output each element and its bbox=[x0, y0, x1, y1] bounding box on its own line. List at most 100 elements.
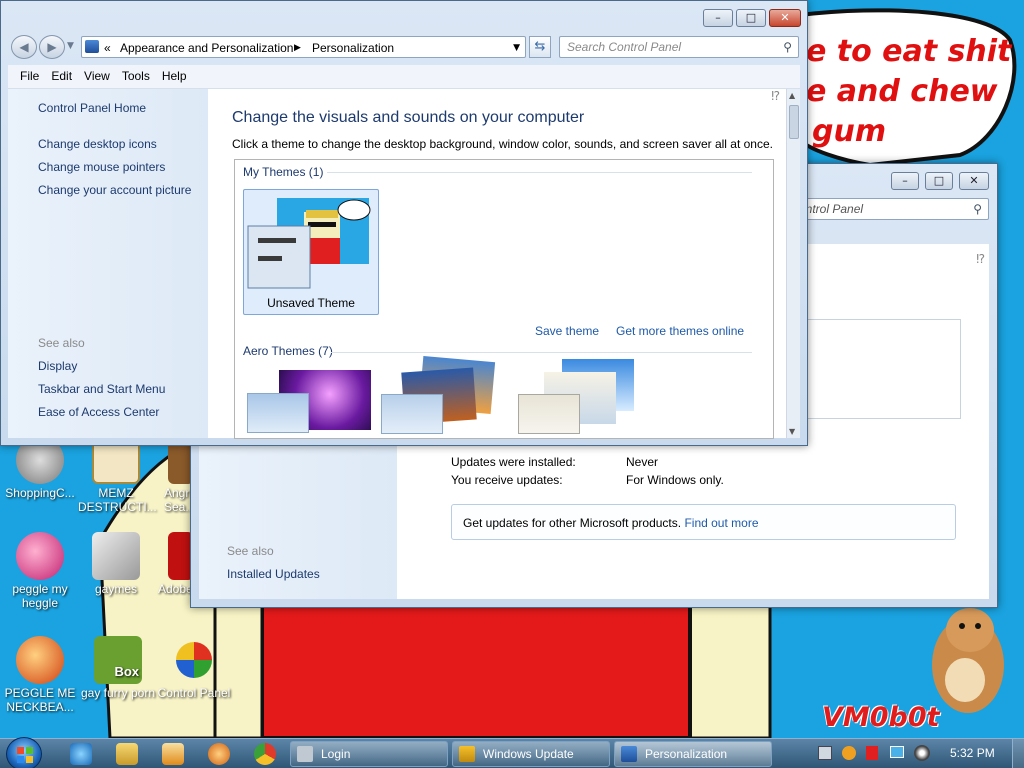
change-mouse-pointers-link[interactable]: Change mouse pointers bbox=[38, 160, 165, 174]
desktop-icon-peggle-neckbeard[interactable]: PEGGLE ME NECKBEA... bbox=[2, 636, 78, 714]
desktop-icon-peggle[interactable]: peggle my heggle bbox=[2, 532, 78, 610]
recent-pages-dropdown[interactable]: ▼ bbox=[67, 41, 74, 51]
search-placeholder: ontrol Panel bbox=[799, 202, 864, 216]
menu-tools[interactable]: Tools bbox=[116, 65, 156, 87]
maximize-button[interactable]: □ bbox=[925, 172, 953, 190]
breadcrumb-personalization[interactable]: Personalization bbox=[312, 38, 394, 58]
search-input[interactable]: ontrol Panel ⚲ bbox=[791, 198, 989, 220]
network-icon[interactable] bbox=[890, 746, 904, 758]
address-dropdown-icon[interactable]: ▼ bbox=[513, 38, 520, 58]
aero-theme-characters[interactable] bbox=[518, 356, 646, 438]
minimize-button[interactable]: – bbox=[891, 172, 919, 190]
breadcrumb-separator-icon[interactable]: ▶ bbox=[294, 38, 301, 58]
search-icon: ⚲ bbox=[783, 40, 792, 54]
wallpaper-text-line-1: e to eat shit bbox=[806, 34, 1012, 69]
vertical-scrollbar[interactable]: ▲ ▼ bbox=[786, 89, 800, 438]
taskbar-start-menu-link[interactable]: Taskbar and Start Menu bbox=[38, 382, 165, 396]
forward-button[interactable]: ▶ bbox=[39, 35, 65, 59]
desktop-icon-control-panel[interactable]: Control Panel bbox=[156, 636, 232, 700]
aero-theme-windows7[interactable] bbox=[247, 367, 375, 438]
help-icon[interactable]: ⁉ bbox=[771, 89, 780, 103]
desktop-icon-angry[interactable]: Angr Sea... bbox=[150, 436, 194, 514]
paint-icon[interactable] bbox=[208, 743, 230, 765]
internet-explorer-icon[interactable] bbox=[70, 743, 92, 765]
peggle-icon bbox=[16, 636, 64, 684]
desktop-icon-label: Control Panel bbox=[157, 686, 231, 700]
maximize-button[interactable]: □ bbox=[736, 9, 766, 27]
menu-edit[interactable]: Edit bbox=[45, 65, 78, 87]
menu-view[interactable]: View bbox=[78, 65, 116, 87]
info-box: Get updates for other Microsoft products… bbox=[451, 504, 956, 540]
scroll-up-icon[interactable]: ▲ bbox=[789, 91, 795, 100]
scroll-down-icon[interactable]: ▼ bbox=[789, 427, 795, 436]
media-player-icon[interactable] bbox=[162, 743, 184, 765]
menu-help[interactable]: Help bbox=[156, 65, 193, 87]
personalization-icon bbox=[621, 746, 637, 762]
breadcrumb-appearance[interactable]: Appearance and Personalization bbox=[120, 38, 293, 58]
page-subtitle: Click a theme to change the desktop back… bbox=[232, 137, 773, 151]
my-themes-heading: My Themes (1) bbox=[243, 165, 324, 179]
installed-updates-link[interactable]: Installed Updates bbox=[227, 567, 320, 581]
desktop-icon-label: peggle my heggle bbox=[12, 582, 68, 610]
personalization-content: Control Panel Home Change desktop icons … bbox=[8, 89, 800, 439]
scroll-thumb[interactable] bbox=[789, 105, 799, 139]
info-text: Get updates for other Microsoft products… bbox=[463, 516, 759, 530]
desktop-icon-gaymes[interactable]: gaymes bbox=[78, 532, 154, 596]
volume-icon[interactable] bbox=[914, 745, 930, 761]
taskbar-login[interactable]: Login bbox=[290, 741, 448, 767]
aero-theme-architecture[interactable] bbox=[381, 355, 509, 438]
start-button[interactable] bbox=[6, 737, 42, 768]
receive-updates-label: You receive updates: bbox=[451, 473, 563, 487]
wallpaper-text-line-3: gum bbox=[812, 114, 887, 149]
windows-logo-icon bbox=[17, 747, 33, 763]
personalization-window[interactable]: – □ ✕ ◀ ▶ ▼ « Appearance and Personaliza… bbox=[0, 0, 808, 446]
action-center-flag-icon[interactable] bbox=[866, 746, 878, 760]
taskbar: Login Windows Update Personalization 5:3… bbox=[0, 737, 1024, 768]
minimize-button[interactable]: – bbox=[703, 9, 733, 27]
unsaved-theme-label: Unsaved Theme bbox=[267, 296, 355, 310]
address-bar[interactable]: « Appearance and Personalization ▶ Perso… bbox=[81, 36, 526, 58]
taskbar-windows-update[interactable]: Windows Update bbox=[452, 741, 610, 767]
peggle-icon bbox=[16, 532, 64, 580]
section-divider bbox=[331, 352, 752, 353]
unsaved-theme-tile[interactable]: Unsaved Theme bbox=[243, 189, 379, 315]
theme-preview bbox=[247, 198, 371, 289]
get-more-themes-link[interactable]: Get more themes online bbox=[616, 324, 744, 338]
save-theme-link[interactable]: Save theme bbox=[535, 324, 599, 338]
find-out-more-link[interactable]: Find out more bbox=[684, 516, 758, 530]
close-button[interactable]: ✕ bbox=[769, 9, 801, 27]
clock[interactable]: 5:32 PM bbox=[950, 739, 995, 768]
close-button[interactable]: ✕ bbox=[959, 172, 989, 190]
change-account-picture-link[interactable]: Change your account picture bbox=[38, 183, 191, 197]
breadcrumb-overflow[interactable]: « bbox=[104, 38, 111, 58]
menu-file[interactable]: File bbox=[14, 65, 45, 87]
search-input[interactable]: Search Control Panel ⚲ bbox=[559, 36, 799, 58]
desktop-icon-label: ShoppingC... bbox=[5, 486, 75, 500]
desktop-icon-label: Angr Sea... bbox=[164, 486, 194, 514]
control-panel-icon bbox=[85, 40, 99, 53]
desktop-icon-box[interactable]: Box gay furry porn bbox=[80, 636, 156, 700]
file-explorer-icon[interactable] bbox=[116, 743, 138, 765]
display-link[interactable]: Display bbox=[38, 359, 77, 373]
desktop-icon-label: gaymes bbox=[94, 582, 138, 596]
tray-icon-search[interactable] bbox=[842, 746, 856, 760]
refresh-button[interactable]: ⇆ bbox=[529, 36, 551, 58]
search-placeholder: Search Control Panel bbox=[567, 40, 682, 54]
show-desktop-button[interactable] bbox=[1012, 739, 1024, 768]
desktop-icon-memz[interactable]: MEMZ DESTRUCTI... bbox=[78, 436, 157, 514]
ease-of-access-link[interactable]: Ease of Access Center bbox=[38, 405, 159, 419]
help-icon[interactable]: ⁉ bbox=[976, 252, 985, 266]
watermark: VM0b0t bbox=[822, 702, 940, 733]
receive-updates-value: For Windows only. bbox=[626, 473, 724, 487]
tray-icon-1[interactable] bbox=[818, 746, 832, 760]
taskbar-personalization[interactable]: Personalization bbox=[614, 741, 772, 767]
back-button[interactable]: ◀ bbox=[11, 35, 37, 59]
chrome-icon[interactable] bbox=[254, 743, 276, 765]
page-title: Change the visuals and sounds on your co… bbox=[232, 109, 585, 126]
theme-list[interactable]: My Themes (1) Unsaved Theme Save theme G… bbox=[234, 159, 774, 439]
change-desktop-icons-link[interactable]: Change desktop icons bbox=[38, 137, 157, 151]
box-icon: Box bbox=[94, 636, 142, 684]
control-panel-home-link[interactable]: Control Panel Home bbox=[38, 101, 146, 115]
window-icon bbox=[297, 746, 313, 762]
desktop-icon-adobe[interactable]: Adobe bbox=[150, 532, 194, 596]
